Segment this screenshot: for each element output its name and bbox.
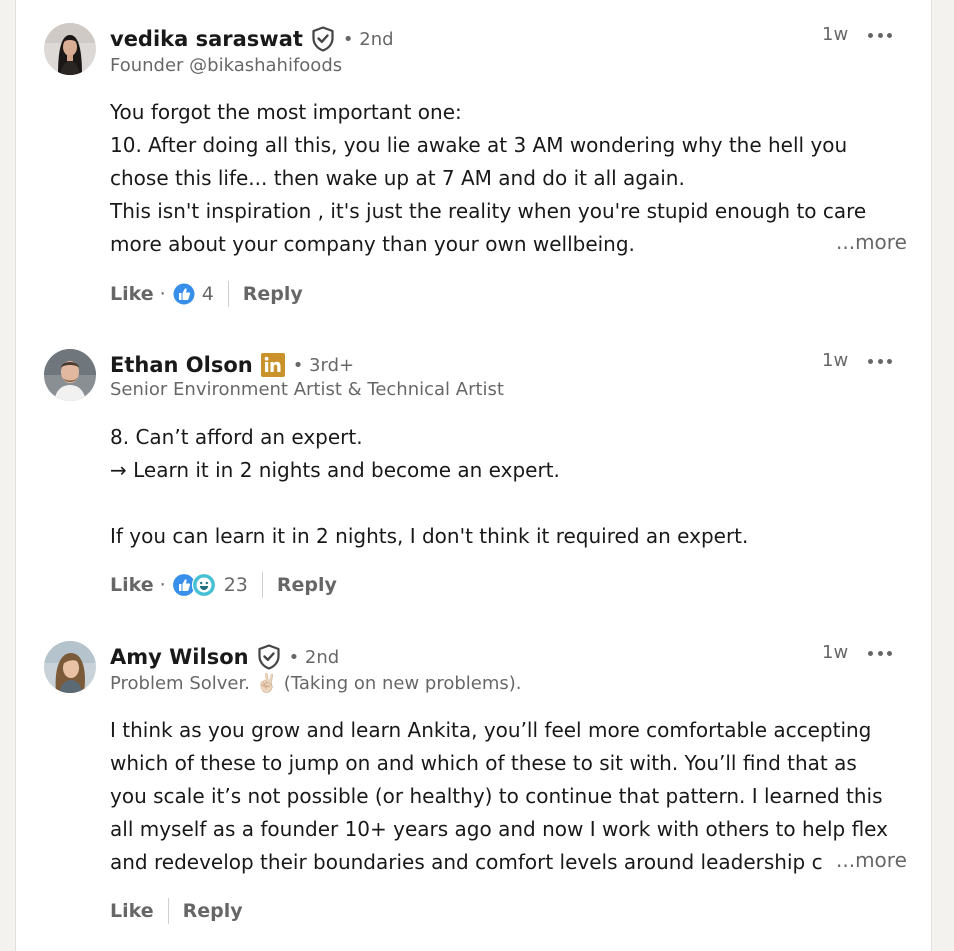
verified-shield-icon xyxy=(257,644,281,670)
comment-line: and redevelop their boundaries and comfo… xyxy=(110,850,822,874)
comment-text: I think as you grow and learn Ankita, yo… xyxy=(110,714,910,879)
author-line: vedika saraswat • 2nd xyxy=(110,24,394,54)
author-name[interactable]: Ethan Olson xyxy=(110,353,253,377)
more-options-icon[interactable] xyxy=(868,648,892,658)
like-button[interactable]: Like xyxy=(110,283,154,305)
like-button[interactable]: Like xyxy=(110,574,154,596)
timestamp: 1w xyxy=(822,350,849,371)
avatar[interactable] xyxy=(44,349,96,401)
comments-card: vedika saraswat • 2nd Founder @bikashahi… xyxy=(15,0,932,951)
reply-button[interactable]: Reply xyxy=(277,574,337,596)
connection-degree: • 3rd+ xyxy=(292,354,355,376)
comment-line: you scale it’s not possible (or healthy)… xyxy=(110,784,883,808)
comment-line: If you can learn it in 2 nights, I don't… xyxy=(110,524,749,548)
comment-line: chose this life... then wake up at 7 AM … xyxy=(110,166,685,190)
comment-line: I think as you grow and learn Ankita, yo… xyxy=(110,718,872,742)
divider xyxy=(167,898,169,924)
author-line: Amy Wilson • 2nd xyxy=(110,642,339,672)
reply-button[interactable]: Reply xyxy=(183,900,243,922)
author-headline: Founder @bikashahifoods xyxy=(110,55,343,76)
comment-line: all myself as a founder 10+ years ago an… xyxy=(110,817,888,841)
see-more-link[interactable]: ...more xyxy=(832,230,907,254)
reaction-count[interactable]: 4 xyxy=(202,283,214,305)
linkedin-in-icon xyxy=(260,353,285,377)
divider xyxy=(261,572,263,598)
verified-shield-icon xyxy=(311,26,335,52)
author-name[interactable]: vedika saraswat xyxy=(110,27,303,51)
comment-line: 8. Can’t afford an expert. xyxy=(110,425,363,449)
comment-line: which of these to jump on and which of t… xyxy=(110,751,857,775)
reply-button[interactable]: Reply xyxy=(243,283,303,305)
comment-line: You forgot the most important one: xyxy=(110,100,462,124)
avatar[interactable] xyxy=(44,641,96,693)
comment-actions: Like · 4 Reply xyxy=(110,279,303,309)
avatar[interactable] xyxy=(44,23,96,75)
more-options-icon[interactable] xyxy=(868,356,892,366)
author-headline: Problem Solver. ✌🏼 (Taking on new proble… xyxy=(110,673,522,694)
timestamp: 1w xyxy=(822,24,849,45)
like-reaction-icon[interactable] xyxy=(172,282,196,306)
comment-line: This isn't inspiration , it's just the r… xyxy=(110,199,867,223)
comment-actions: Like Reply xyxy=(110,896,243,926)
separator-dot: · xyxy=(159,283,166,305)
see-more-link[interactable]: ...more xyxy=(832,848,907,872)
author-line: Ethan Olson • 3rd+ xyxy=(110,350,354,380)
separator-dot: · xyxy=(159,574,166,596)
timestamp: 1w xyxy=(822,642,849,663)
connection-degree: • 2nd xyxy=(288,646,340,668)
comment-text: You forgot the most important one: 10. A… xyxy=(110,96,910,261)
comment-line: more about your company than your own we… xyxy=(110,232,635,256)
author-name[interactable]: Amy Wilson xyxy=(110,645,249,669)
reaction-count[interactable]: 23 xyxy=(224,574,248,596)
divider xyxy=(227,281,229,307)
comment-line xyxy=(110,487,910,520)
comment-line: 10. After doing all this, you lie awake … xyxy=(110,133,848,157)
reactions-icons[interactable] xyxy=(171,572,218,598)
comment-text: 8. Can’t afford an expert. → Learn it in… xyxy=(110,421,910,553)
author-headline: Senior Environment Artist & Technical Ar… xyxy=(110,379,504,400)
more-options-icon[interactable] xyxy=(868,30,892,40)
comment-line: → Learn it in 2 nights and become an exp… xyxy=(110,458,560,482)
comment-actions: Like · 23 Reply xyxy=(110,570,337,600)
like-button[interactable]: Like xyxy=(110,900,154,922)
connection-degree: • 2nd xyxy=(342,28,394,50)
